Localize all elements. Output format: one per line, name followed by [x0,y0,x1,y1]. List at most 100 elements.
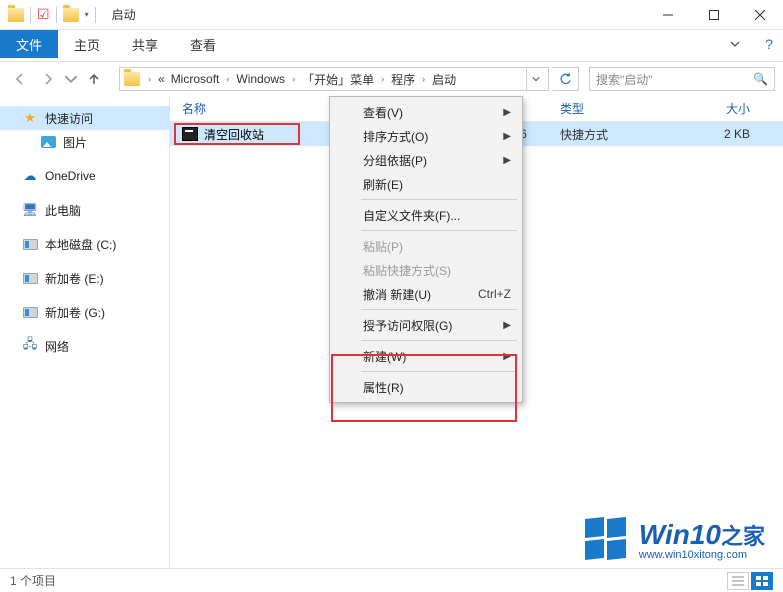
sidebar-item-drive-g[interactable]: 新加卷 (G:) [0,300,169,324]
chevron-right-icon: ▶ [503,131,511,142]
chevron-right-icon: ▶ [503,107,511,118]
title-bar: ☑ ▾ 启动 [0,0,783,30]
file-name: 清空回收站 [204,126,264,143]
menu-separator [361,340,517,341]
menu-item-paste-shortcut: 粘贴快捷方式(S) [333,258,519,282]
forward-button[interactable] [36,67,60,91]
breadcrumb-seg[interactable]: 启动 [430,71,458,88]
separator [95,7,96,23]
cloud-icon: ☁ [22,168,38,184]
sidebar-item-label: OneDrive [45,169,96,183]
sidebar-item-network[interactable]: 🖧 网络 [0,334,169,358]
breadcrumb-seg[interactable]: 「开始」菜单 [300,71,376,88]
drive-icon [22,270,38,286]
qat-check-icon[interactable]: ☑ [37,6,50,23]
column-header-size[interactable]: 大小 [680,100,760,117]
menu-item-group[interactable]: 分组依据(P)▶ [333,148,519,172]
up-button[interactable] [82,67,106,91]
breadcrumb-seg[interactable]: Windows [234,72,287,86]
folder-icon [63,8,79,22]
pc-icon: 🖥 [22,202,38,218]
chevron-right-icon[interactable]: › [378,74,387,84]
tab-home[interactable]: 主页 [58,30,116,58]
breadcrumb-seg[interactable]: Microsoft [169,72,222,86]
menu-item-customize[interactable]: 自定义文件夹(F)... [333,203,519,227]
help-button[interactable]: ? [755,30,783,58]
sidebar-item-label: 图片 [63,134,87,151]
tab-file[interactable]: 文件 [0,30,58,58]
search-placeholder: 搜索"启动" [596,71,653,88]
address-bar[interactable]: › « Microsoft › Windows › 「开始」菜单 › 程序 › … [119,67,549,91]
menu-separator [361,309,517,310]
column-header-type[interactable]: 类型 [560,100,680,117]
close-button[interactable] [737,0,783,30]
sidebar-item-onedrive[interactable]: ☁ OneDrive [0,164,169,188]
file-size-cell: 2 KB [680,127,760,141]
shortcut-icon [182,127,198,141]
tab-share[interactable]: 共享 [116,30,174,58]
separator [56,7,57,23]
window-title: 启动 [112,6,136,23]
menu-item-refresh[interactable]: 刷新(E) [333,172,519,196]
network-icon: 🖧 [22,338,38,354]
shortcut-label: Ctrl+Z [478,287,511,301]
chevron-right-icon[interactable]: › [289,74,298,84]
file-type-cell: 快捷方式 [560,126,680,143]
menu-item-sort[interactable]: 排序方式(O)▶ [333,124,519,148]
sidebar-item-label: 快速访问 [45,110,93,127]
pictures-icon [40,134,56,150]
context-menu: 查看(V)▶ 排序方式(O)▶ 分组依据(P)▶ 刷新(E) 自定义文件夹(F)… [329,96,523,403]
separator [30,7,31,23]
sidebar-item-label: 新加卷 (G:) [45,304,105,321]
back-button[interactable] [8,67,32,91]
ribbon-expand-button[interactable] [715,30,755,58]
sidebar-item-quick-access[interactable]: ★ 快速访问 [0,106,169,130]
main-area: ★ 快速访问 图片 ☁ OneDrive 🖥此电脑 本地磁盘 (C:) 新加卷 (E… [0,96,783,568]
search-input[interactable]: 搜索"启动" 🔍 [589,67,775,91]
status-bar: 1 个项目 [0,568,783,592]
maximize-button[interactable] [691,0,737,30]
titlebar-left: ☑ ▾ 启动 [0,6,136,23]
minimize-button[interactable] [645,0,691,30]
menu-item-properties[interactable]: 属性(R) [333,375,519,399]
folder-icon [8,8,24,22]
sidebar-item-this-pc[interactable]: 🖥此电脑 [0,198,169,222]
item-count: 1 个项目 [10,572,56,589]
view-icons-button[interactable] [751,572,773,590]
chevron-right-icon: ▶ [503,155,511,166]
sidebar-item-pictures[interactable]: 图片 [0,130,169,154]
address-dropdown[interactable] [526,68,544,90]
menu-separator [361,371,517,372]
chevron-right-icon[interactable]: › [145,74,154,84]
breadcrumb-seg[interactable]: 程序 [389,71,417,88]
menu-item-paste: 粘贴(P) [333,234,519,258]
navigation-pane: ★ 快速访问 图片 ☁ OneDrive 🖥此电脑 本地磁盘 (C:) 新加卷 (E… [0,96,170,568]
view-switcher [727,572,773,590]
menu-separator [361,230,517,231]
qat-dropdown-icon[interactable]: ▾ [85,10,89,19]
drive-icon [22,304,38,320]
menu-item-new[interactable]: 新建(W)▶ [333,344,519,368]
menu-item-grant-access[interactable]: 授予访问权限(G)▶ [333,313,519,337]
view-details-button[interactable] [727,572,749,590]
sidebar-item-label: 网络 [45,338,69,355]
drive-icon [22,236,38,252]
ribbon-tabs: 文件 主页 共享 查看 ? [0,30,783,58]
sidebar-item-drive-c[interactable]: 本地磁盘 (C:) [0,232,169,256]
menu-item-view[interactable]: 查看(V)▶ [333,100,519,124]
chevron-right-icon[interactable]: › [223,74,232,84]
sidebar-item-label: 新加卷 (E:) [45,270,104,287]
menu-separator [361,199,517,200]
sidebar-item-label: 本地磁盘 (C:) [45,236,116,253]
breadcrumb-prefix[interactable]: « [156,72,167,86]
star-icon: ★ [22,110,38,126]
menu-item-undo[interactable]: 撤消 新建(U)Ctrl+Z [333,282,519,306]
chevron-right-icon: ▶ [503,351,511,362]
tab-view[interactable]: 查看 [174,30,232,58]
sidebar-item-drive-e[interactable]: 新加卷 (E:) [0,266,169,290]
recent-dropdown[interactable] [64,67,78,91]
chevron-right-icon[interactable]: › [419,74,428,84]
file-list-area: 名称▴ 修改日期 类型 大小 清空回收站 2020/1/10 12:16 快捷方… [170,96,783,568]
navigation-bar: › « Microsoft › Windows › 「开始」菜单 › 程序 › … [0,62,783,96]
refresh-button[interactable] [553,67,579,91]
